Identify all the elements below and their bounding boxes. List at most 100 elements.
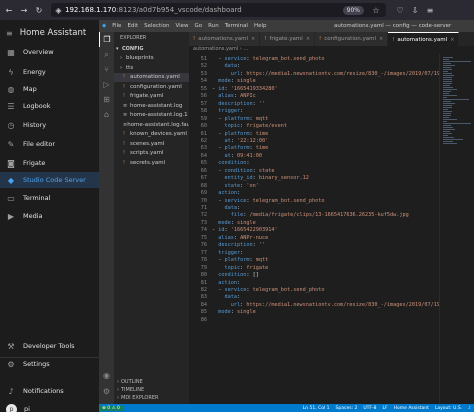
minimap-line (443, 67, 451, 68)
ha-nav-history[interactable]: ◷ History (0, 117, 99, 133)
section-label: TIMELINE (121, 387, 145, 393)
activity-bar: ❐ ⌕ ⑂ ▷ ⊞ ⌂ ◉ ⚙ (99, 32, 114, 404)
ha-nav-label: History (23, 121, 47, 129)
section-mdi-explorer[interactable]: › MDI EXPLORER (114, 394, 189, 402)
minimap[interactable] (439, 54, 474, 404)
yaml-file-icon: ! (123, 140, 126, 147)
ha-nav-file-editor[interactable]: ✎ File editor (0, 136, 99, 152)
minimap-line (443, 91, 451, 92)
tree-root[interactable]: ▾ CONFIG (114, 44, 189, 54)
ha-nav-developer-tools[interactable]: ⚒ Developer Tools (0, 338, 99, 354)
explorer-icon[interactable]: ❐ (99, 32, 114, 47)
close-icon[interactable]: × (450, 37, 454, 43)
ha-nav-settings[interactable]: ⚙ Settings (0, 356, 99, 372)
hamburger-icon[interactable]: ≡ (6, 29, 13, 38)
ha-nav-studio-code-server[interactable]: ◆ Studio Code Server (0, 172, 99, 188)
tree-folder[interactable]: › tts (114, 63, 189, 73)
section-label: MDI EXPLORER (121, 395, 159, 401)
code-editor[interactable]: 51 - service: telegram_bot.send_photo 52 … (189, 54, 465, 404)
section-timeline[interactable]: › TIMELINE (114, 386, 189, 394)
zoom-level[interactable]: 90% (342, 5, 364, 15)
ha-nav-media[interactable]: ▶ Media (0, 208, 99, 224)
tree-file[interactable]: ≡ home-assistant.log.fault (114, 120, 189, 130)
close-icon[interactable]: × (251, 36, 255, 42)
wrench-icon: ✎ (7, 139, 15, 149)
tree-file[interactable]: ≡ home-assistant.log (114, 101, 189, 111)
manage-gear-icon[interactable]: ⚙ (99, 384, 114, 399)
minimap-line (443, 61, 471, 62)
menu-terminal[interactable]: Terminal (222, 23, 251, 29)
ha-nav-terminal[interactable]: ▭ Terminal (0, 190, 99, 206)
back-icon[interactable]: ← (3, 4, 15, 16)
ha-nav-pi[interactable]: p pi (0, 401, 99, 412)
status-item[interactable]: Layout: U.S. (432, 406, 465, 411)
tab-label: frigate.yaml (269, 36, 303, 42)
tab-frigate-yaml[interactable]: ! frigate.yaml × (260, 32, 316, 46)
tab-automations-yaml[interactable]: ! automations.yaml × (189, 32, 261, 46)
ha-nav-frigate[interactable]: ◙ Frigate (0, 155, 99, 171)
tree-file[interactable]: ! scenes.yaml (114, 139, 189, 149)
minimap-line (443, 139, 463, 140)
shield-icon: ◈ (55, 5, 62, 15)
close-icon[interactable]: × (379, 36, 383, 42)
ha-nav-notifications[interactable]: ♪ Notifications (0, 383, 99, 399)
yaml-file-icon: ! (264, 36, 267, 42)
ha-nav-label: Frigate (23, 159, 46, 167)
status-item[interactable]: Spaces: 2 (333, 406, 361, 411)
tree-file[interactable]: ! automations.yaml (114, 72, 189, 82)
search-icon[interactable]: ⌕ (99, 47, 114, 62)
line-number: 56 (200, 93, 207, 100)
url-bar[interactable]: ◈ 192.168.1.170:8123/a0d7b954_vscode/das… (51, 3, 386, 17)
reload-icon[interactable]: ↻ (33, 4, 45, 16)
tree-file[interactable]: ! secrets.yaml (114, 158, 189, 168)
status-item[interactable]: Ln 51, Col 1 (300, 406, 333, 411)
tree-file[interactable]: ! configuration.yaml (114, 82, 189, 92)
menu-go[interactable]: Go (192, 23, 206, 29)
home-assistant-icon[interactable]: ⌂ (99, 107, 114, 122)
problems-status[interactable]: ⊗ 0 ⚠ 0 (99, 405, 123, 411)
run-debug-icon[interactable]: ▷ (99, 77, 114, 92)
menu-run[interactable]: Run (205, 23, 222, 29)
code-line: data: (224, 63, 241, 70)
code-line: topic: frigate (224, 264, 269, 271)
tree-folder[interactable]: › blueprints (114, 54, 189, 64)
ha-nav-overview[interactable]: ▦ Overview (0, 44, 99, 60)
minimap-line (443, 107, 452, 108)
status-item[interactable]: LF (380, 406, 391, 411)
menu-file[interactable]: File (109, 23, 124, 29)
ha-nav-energy[interactable]: ϟ Energy (0, 64, 99, 80)
pocket-icon[interactable]: ♡ (394, 4, 406, 16)
minimap-line (443, 127, 453, 128)
terminal-icon: ▭ (7, 193, 15, 203)
ha-nav-logbook[interactable]: ☰ Logbook (0, 98, 99, 114)
ha-nav-map[interactable]: ◍ Map (0, 81, 99, 97)
menu-icon[interactable]: ≡ (424, 4, 436, 16)
tree-file[interactable]: ! frigate.yaml (114, 92, 189, 102)
account-icon[interactable]: ◉ (99, 368, 114, 383)
menu-view[interactable]: View (172, 23, 191, 29)
ha-nav-label: Settings (23, 360, 50, 368)
tree-file[interactable]: ≡ home-assistant.log.1 (114, 111, 189, 121)
menu-edit[interactable]: Edit (124, 23, 141, 29)
status-item[interactable]: UTF-8 (360, 406, 379, 411)
close-icon[interactable]: × (306, 36, 310, 42)
forward-icon[interactable]: → (18, 4, 30, 16)
ha-header: ≡ Home Assistant (0, 20, 99, 46)
tree-file[interactable]: ! scripts.yaml (114, 149, 189, 159)
bell-icon[interactable]: ♪ (465, 406, 474, 411)
tab-configuration-yaml[interactable]: ! configuration.yaml × (315, 32, 389, 46)
section-outline[interactable]: › OUTLINE (114, 378, 189, 386)
tree-file[interactable]: ! known_devices.yaml (114, 130, 189, 140)
download-icon[interactable]: ⇩ (409, 4, 421, 16)
menu-help[interactable]: Help (251, 23, 270, 29)
source-control-icon[interactable]: ⑂ (99, 62, 114, 77)
status-item[interactable]: Home Assistant (391, 406, 432, 411)
extensions-icon[interactable]: ⊞ (99, 92, 114, 107)
tab-label: automations.yaml (198, 36, 248, 42)
menu-selection[interactable]: Selection (141, 23, 172, 29)
minimap-line (443, 57, 453, 58)
tab-automations-yaml[interactable]: ! automations.yaml × (388, 32, 460, 46)
line-number: 54 (200, 78, 207, 85)
star-icon[interactable]: ☆ (370, 4, 382, 16)
yaml-file-icon: ! (123, 159, 126, 166)
